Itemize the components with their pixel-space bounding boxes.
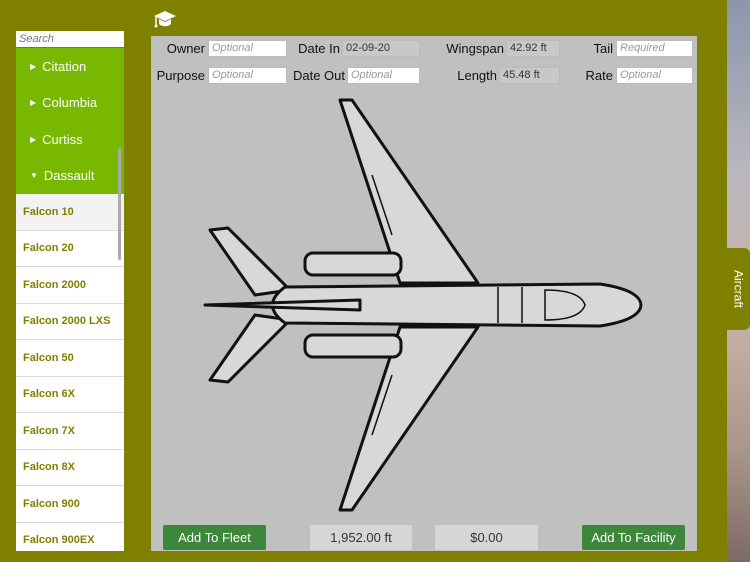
collapse-arrow-icon: ▼ xyxy=(30,171,38,181)
owner-label: Owner xyxy=(166,41,205,56)
rate-label: Rate xyxy=(585,68,613,83)
list-item[interactable]: Falcon 900 xyxy=(16,486,124,523)
area-display: 1,952.00 ft xyxy=(310,525,412,550)
date-in-label: Date In xyxy=(298,41,340,56)
expand-arrow-icon: ▶ xyxy=(30,61,37,71)
list-item[interactable]: Falcon 50 xyxy=(16,340,124,377)
group-citation[interactable]: ▶ Citation xyxy=(16,48,124,85)
length-label: Length xyxy=(457,68,497,83)
aircraft-list: ▶ Citation ▶ Columbia ▶ Curtiss ▼ Dassault F… xyxy=(16,48,124,551)
list-item[interactable]: Falcon 8X xyxy=(16,450,124,486)
add-to-fleet-button[interactable]: Add To Fleet xyxy=(163,525,266,550)
group-label: Citation xyxy=(42,58,87,74)
owner-field[interactable]: Optional xyxy=(208,40,287,57)
group-columbia[interactable]: ▶ Columbia xyxy=(16,84,124,121)
add-to-facility-button[interactable]: Add To Facility xyxy=(582,525,685,550)
list-item[interactable]: Falcon 7X xyxy=(16,413,124,450)
aircraft-tab[interactable]: Aircraft xyxy=(727,248,750,330)
list-scrollbar[interactable] xyxy=(118,148,121,260)
tail-field[interactable]: Required xyxy=(616,40,693,57)
cost-display: $0.00 xyxy=(435,525,538,550)
group-label: Columbia xyxy=(42,95,98,111)
aircraft-tab-label: Aircraft xyxy=(731,269,746,308)
length-value: 45.48 ft xyxy=(499,67,560,84)
date-in-field[interactable]: 02-09-20 xyxy=(342,40,420,57)
list-item[interactable]: Falcon 10 xyxy=(16,194,124,231)
purpose-label: Purpose xyxy=(156,68,205,83)
group-label: Curtiss xyxy=(42,131,83,147)
list-item[interactable]: Falcon 900EX xyxy=(16,523,124,552)
search-input[interactable] xyxy=(16,31,124,47)
list-item[interactable]: Falcon 6X xyxy=(16,377,124,413)
expand-arrow-icon: ▶ xyxy=(30,98,37,108)
aircraft-panel: Owner Optional Purpose Optional Date In … xyxy=(151,36,697,551)
group-curtiss[interactable]: ▶ Curtiss xyxy=(16,121,124,158)
wingspan-label: Wingspan xyxy=(446,41,504,56)
group-label: Dassault xyxy=(43,168,95,184)
date-out-label: Date Out xyxy=(292,68,345,83)
expand-arrow-icon: ▶ xyxy=(30,134,37,144)
list-item[interactable]: Falcon 20 xyxy=(16,231,124,267)
purpose-field[interactable]: Optional xyxy=(208,67,287,84)
date-out-field[interactable]: Optional xyxy=(347,67,420,84)
group-dassault[interactable]: ▼ Dassault xyxy=(16,157,124,194)
rate-field[interactable]: Optional xyxy=(616,67,693,84)
list-item[interactable]: Falcon 2000 LXS xyxy=(16,304,124,340)
graduation-cap-icon[interactable] xyxy=(153,8,177,30)
tail-label: Tail xyxy=(593,41,613,56)
list-item[interactable]: Falcon 2000 xyxy=(16,267,124,304)
aircraft-diagram xyxy=(203,98,643,512)
wingspan-value: 42.92 ft xyxy=(506,40,560,57)
